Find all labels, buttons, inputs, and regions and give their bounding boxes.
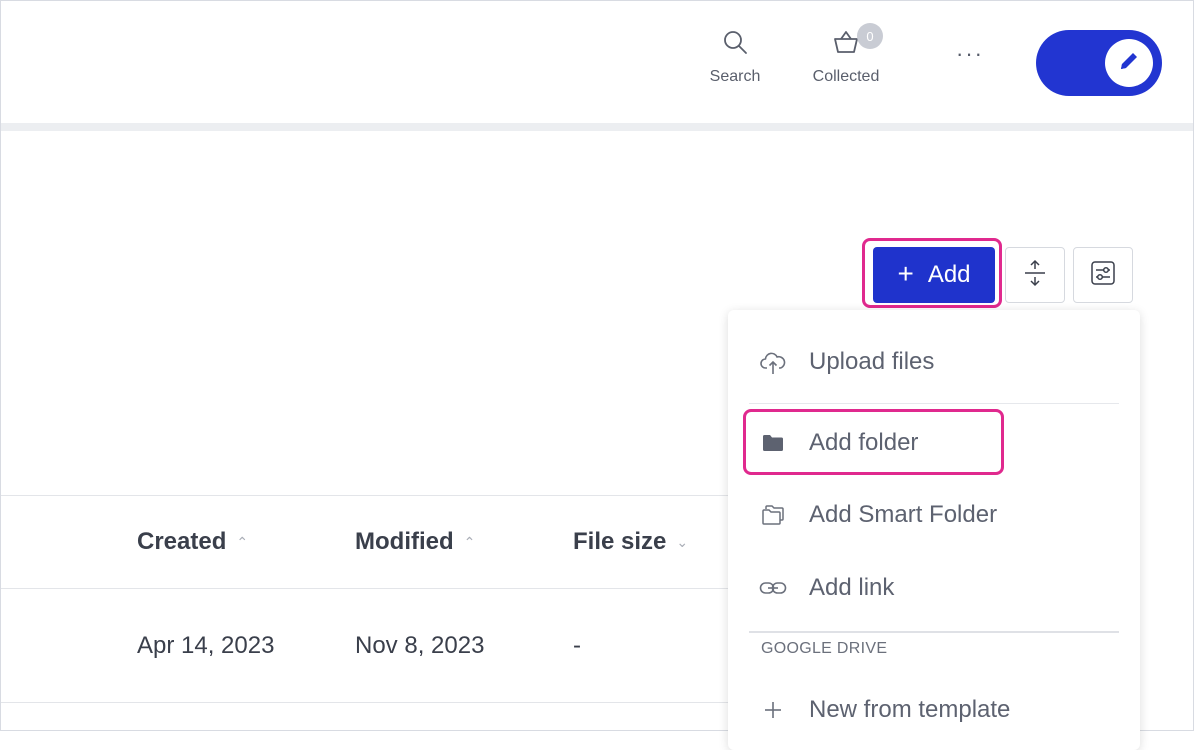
cell-file-size: - [573,632,581,659]
add-dropdown-menu: Upload files Add folder Add Smart Folder… [728,310,1140,750]
add-folder-highlight [743,409,1004,475]
table-row-border [1,702,729,703]
sort-ascending-icon: ⌃ [463,533,476,550]
collected-count-badge: 0 [857,23,883,49]
google-drive-section-label: GOOGLE DRIVE [761,640,888,657]
menu-item-label: Add Smart Folder [809,501,998,528]
table-header-bottom-border [1,588,729,589]
sort-ascending-icon: ⌃ [236,533,249,550]
column-header-file-size[interactable]: File size ⌄ [573,528,688,556]
search-icon [722,29,748,60]
menu-divider [749,403,1119,404]
expand-vertical-icon [1020,258,1050,293]
plus-icon [758,700,788,720]
table-header-top-border [1,495,729,496]
sliders-icon [1089,259,1117,292]
menu-item-upload-files[interactable]: Upload files [728,334,1140,390]
search-label: Search [709,68,761,85]
column-label: File size [573,528,667,555]
header-divider [1,123,1193,131]
link-icon [758,580,788,596]
smart-folder-icon [758,504,788,526]
menu-item-label: Upload files [809,348,935,375]
add-button[interactable]: + Add [873,247,995,303]
basket-icon [832,29,860,60]
view-settings-button[interactable] [1073,247,1133,303]
expand-rows-button[interactable] [1005,247,1065,303]
pencil-icon [1117,49,1141,78]
menu-item-new-from-template[interactable]: New from template [728,682,1140,738]
menu-item-label: New from template [809,696,1011,723]
collected-label: Collected [812,68,880,85]
toggle-knob [1105,39,1153,87]
menu-divider [749,631,1119,633]
sort-descending-icon: ⌄ [676,533,689,550]
menu-item-label: Add link [809,574,895,601]
plus-icon: + [897,257,914,289]
more-options-icon[interactable]: ··· [956,43,984,65]
cloud-upload-icon [758,348,788,376]
cell-modified: Nov 8, 2023 [355,632,485,659]
column-label: Created [137,528,227,555]
cell-created: Apr 14, 2023 [137,632,275,659]
menu-item-add-smart-folder[interactable]: Add Smart Folder [728,487,1140,543]
menu-item-add-link[interactable]: Add link [728,560,1140,616]
column-header-created[interactable]: Created ⌃ [137,528,248,556]
column-header-modified[interactable]: Modified ⌃ [355,528,475,556]
collected-button[interactable]: 0 Collected [807,23,885,86]
column-label: Modified [355,528,454,555]
top-bar: Search 0 Collected ··· [1,1,1193,123]
search-button[interactable]: Search [706,29,764,86]
edit-mode-toggle[interactable] [1036,30,1162,96]
add-button-label: Add [927,261,971,288]
